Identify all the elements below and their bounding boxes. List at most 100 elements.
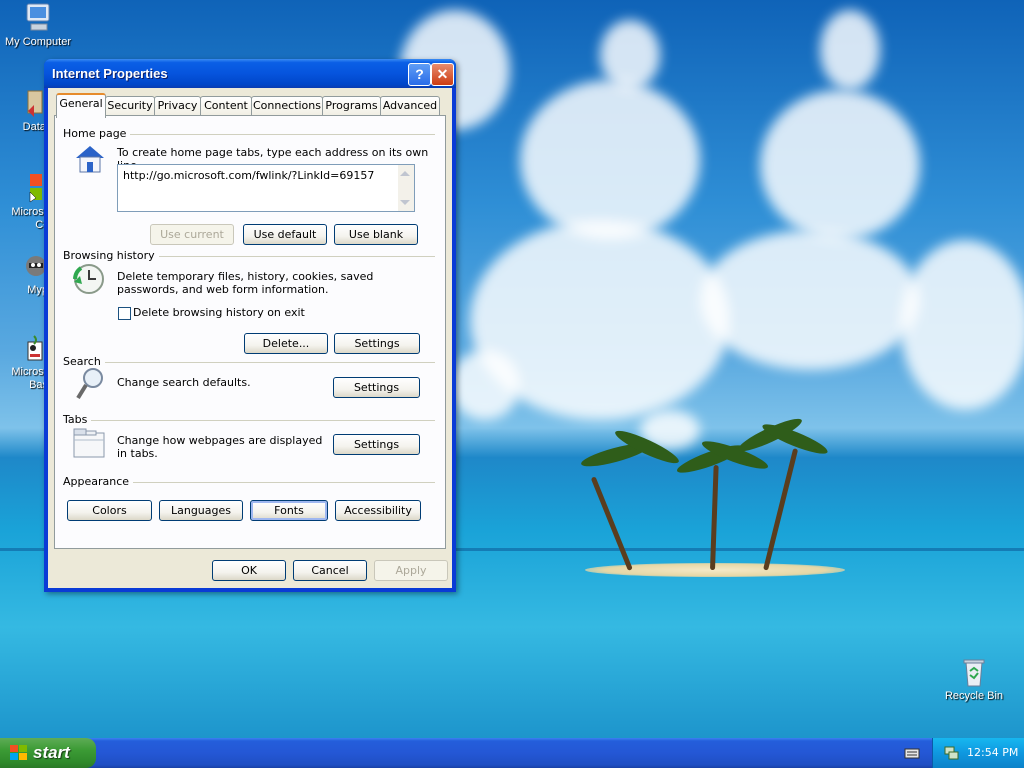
cloud <box>450 350 520 420</box>
start-button[interactable]: start <box>0 738 96 768</box>
button-label: Settings <box>353 381 400 394</box>
button-label: Cancel <box>311 564 349 577</box>
delete-on-exit-checkbox[interactable] <box>118 307 131 320</box>
keyboard-tray-icon[interactable] <box>904 746 920 760</box>
general-tab-panel: Home page To create home page tabs, type… <box>54 115 446 549</box>
group-divider <box>63 362 435 363</box>
tab-content[interactable]: Content <box>200 96 252 115</box>
tab-label: Content <box>204 99 248 112</box>
delete-history-button[interactable]: Delete... <box>244 333 328 354</box>
network-tray-icon[interactable] <box>943 745 959 761</box>
tab-advanced[interactable]: Advanced <box>380 96 440 115</box>
tab-label: Security <box>107 99 153 112</box>
dialog-title: Internet Properties <box>52 66 168 81</box>
button-label: Colors <box>92 504 127 517</box>
tab-privacy[interactable]: Privacy <box>154 96 201 115</box>
appearance-group-label: Appearance <box>63 475 134 488</box>
history-clock-icon <box>72 262 106 296</box>
button-label: OK <box>241 564 257 577</box>
home-page-group-label: Home page <box>63 127 131 140</box>
tabs-settings-button[interactable]: Settings <box>333 434 420 455</box>
button-label: Use blank <box>348 228 404 241</box>
tab-programs[interactable]: Programs <box>322 96 381 115</box>
use-current-button[interactable]: Use current <box>150 224 234 245</box>
taskbar: start 12:54 PM <box>0 738 1024 768</box>
fonts-button[interactable]: Fonts <box>250 500 328 521</box>
tabs-group-label: Tabs <box>63 413 92 426</box>
dialog-client-area: General Security Privacy Content Connect… <box>48 88 452 588</box>
button-label: Settings <box>353 438 400 451</box>
colors-button[interactable]: Colors <box>67 500 152 521</box>
languages-button[interactable]: Languages <box>159 500 243 521</box>
windows-logo-icon <box>10 745 28 761</box>
search-group-label: Search <box>63 355 105 368</box>
tab-label: General <box>59 97 103 110</box>
tab-security[interactable]: Security <box>105 96 155 115</box>
internet-properties-dialog: Internet Properties ? ✕ General Security… <box>44 59 456 592</box>
tab-label: Connections <box>253 99 321 112</box>
group-divider <box>63 420 435 421</box>
delete-on-exit-label[interactable]: Delete browsing history on exit <box>133 306 305 319</box>
use-blank-button[interactable]: Use blank <box>334 224 418 245</box>
cancel-button[interactable]: Cancel <box>293 560 367 581</box>
tabs-window-icon <box>73 428 105 458</box>
cloud <box>820 10 880 90</box>
cloud <box>600 20 660 90</box>
palm-trunk <box>763 448 799 571</box>
visual-studio-icon <box>12 172 44 204</box>
application-icon <box>12 87 44 119</box>
scroll-up-icon[interactable] <box>400 171 410 176</box>
cloud <box>520 80 700 240</box>
close-icon: ✕ <box>436 66 449 82</box>
textarea-scrollbar[interactable] <box>398 165 414 211</box>
help-icon: ? <box>415 66 424 82</box>
tab-general[interactable]: General <box>56 93 106 118</box>
clock[interactable]: 12:54 PM <box>967 746 1018 759</box>
palm-trunk <box>590 476 633 571</box>
scroll-down-icon[interactable] <box>400 200 410 205</box>
tab-connections[interactable]: Connections <box>251 96 323 115</box>
help-button[interactable]: ? <box>408 63 431 86</box>
button-label: Apply <box>395 564 427 577</box>
recycle-bin-icon <box>958 656 990 688</box>
button-label: Delete... <box>262 337 310 350</box>
accessibility-button[interactable]: Accessibility <box>335 500 421 521</box>
apply-button[interactable]: Apply <box>374 560 448 581</box>
search-description: Change search defaults. <box>117 376 251 389</box>
tab-label: Advanced <box>382 99 438 112</box>
home-page-url-textarea[interactable]: http://go.microsoft.com/fwlink/?LinkId=6… <box>117 164 415 212</box>
tab-label: Privacy <box>157 99 198 112</box>
button-label: Fonts <box>274 504 304 517</box>
history-settings-button[interactable]: Settings <box>334 333 420 354</box>
cloud <box>900 240 1024 410</box>
close-button[interactable]: ✕ <box>431 63 454 86</box>
desktop-icon-recycle-bin[interactable]: Recycle Bin <box>936 656 1012 703</box>
use-default-button[interactable]: Use default <box>243 224 327 245</box>
button-label: Settings <box>354 337 400 350</box>
desktop-icon-label: Recycle Bin <box>944 690 1004 702</box>
system-tray: 12:54 PM <box>932 738 1024 768</box>
ok-button[interactable]: OK <box>212 560 286 581</box>
button-label: Use default <box>253 228 317 241</box>
search-magnifier-icon <box>75 367 105 401</box>
tab-label: Programs <box>325 99 378 112</box>
palm-trunk <box>710 464 719 571</box>
computer-icon <box>22 2 54 34</box>
search-settings-button[interactable]: Settings <box>333 377 420 398</box>
dialog-title-bar[interactable]: Internet Properties ? ✕ <box>44 59 456 88</box>
button-label: Languages <box>170 504 232 517</box>
cloud <box>700 230 920 370</box>
button-label: Accessibility <box>344 504 412 517</box>
browsing-history-description: Delete temporary files, history, cookies… <box>117 270 374 296</box>
tabs-description: Change how webpages are displayed in tab… <box>117 434 323 460</box>
start-label: start <box>33 743 70 762</box>
desktop-icon-label: My Computer <box>4 36 72 48</box>
button-label: Use current <box>160 228 224 241</box>
cloud <box>760 90 920 240</box>
home-icon <box>73 143 107 175</box>
home-page-url-value: http://go.microsoft.com/fwlink/?LinkId=6… <box>123 169 375 182</box>
desktop-icon-my-computer[interactable]: My Computer <box>0 2 76 49</box>
raccoon-icon <box>12 250 46 282</box>
basic-dog-icon <box>12 332 44 364</box>
browsing-history-group-label: Browsing history <box>63 249 159 262</box>
